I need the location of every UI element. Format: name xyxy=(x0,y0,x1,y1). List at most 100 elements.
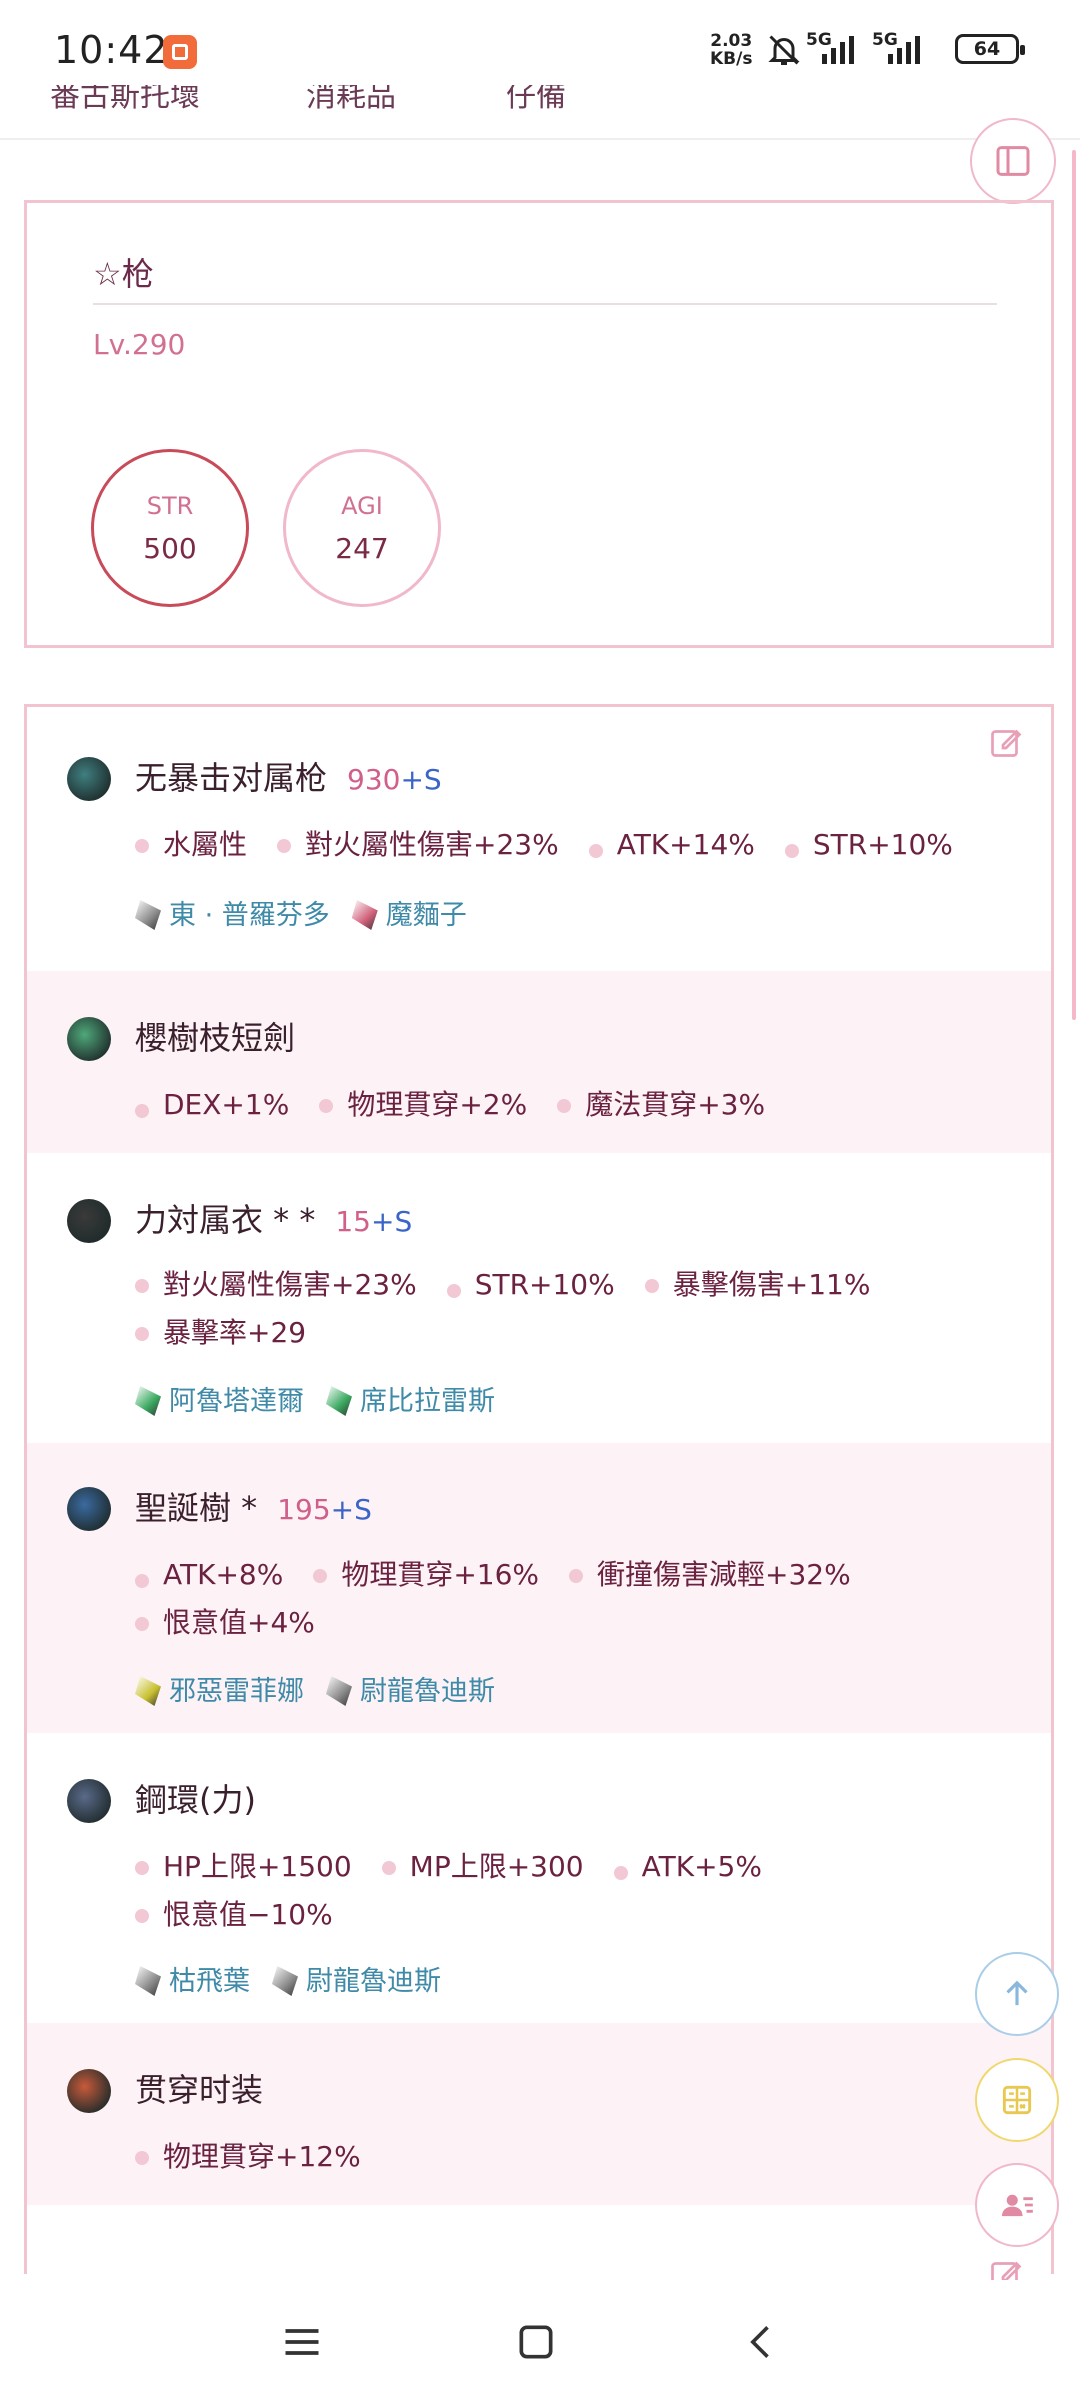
equipment-name: 力対属衣 * * 15+S xyxy=(135,1201,413,1239)
menu-icon[interactable] xyxy=(280,2320,324,2364)
cards-line: 東 · 普羅芬多 魔麵子 xyxy=(135,893,489,932)
user-list-icon xyxy=(1001,2194,1033,2217)
refine-value: 195 xyxy=(277,1493,331,1526)
character-name: ☆枪 xyxy=(93,249,997,305)
equipment-card: 无暴击对属枪 930+S 水屬性 對火屬性傷害+23% ATK+14% STR+10% 東 … xyxy=(24,704,1054,2274)
app-notification-icon xyxy=(163,35,197,69)
character-card: ☆枪 Lv.290 STR 500 AGI 247 xyxy=(24,200,1054,648)
card-crystal-icon xyxy=(135,900,161,930)
bow-icon xyxy=(67,2069,111,2113)
armor-icon xyxy=(67,1199,111,1243)
signal-icon-2 xyxy=(888,36,920,64)
stat-entry: 恨意值+4% xyxy=(135,1601,315,1641)
battery-icon: 64 xyxy=(955,34,1025,64)
edit-icon[interactable] xyxy=(988,724,1024,760)
sidebar-icon xyxy=(996,146,1030,176)
character-level: Lv.290 xyxy=(93,328,186,361)
card-crystal-icon xyxy=(351,900,378,930)
signal-icon xyxy=(822,36,854,64)
equipment-name: 贯穿时装 xyxy=(135,2071,264,2109)
stats-line: 恨意值−10% xyxy=(135,1893,363,1933)
cards-line: 邪惡雷菲娜 尉龍魯迪斯 xyxy=(135,1669,517,1708)
stats-line: 暴擊率+29 xyxy=(135,1311,336,1351)
stat-entry: STR+10% xyxy=(446,1268,615,1301)
cards-line: 枯飛葉 尉龍魯迪斯 xyxy=(135,1959,463,1998)
stat-entry: 暴擊率+29 xyxy=(135,1311,306,1351)
calculator-button[interactable] xyxy=(975,2058,1059,2142)
tab-3[interactable]: 仔備 xyxy=(506,85,566,115)
stat-entry: MP上限+300 xyxy=(381,1845,584,1885)
stats-line: 對火屬性傷害+23% STR+10% 暴擊傷害+11% xyxy=(135,1263,900,1303)
equipment-item[interactable]: 力対属衣 * * 15+S 對火屬性傷害+23% STR+10% 暴擊傷害+11% 暴擊率… xyxy=(27,1153,1051,1443)
home-icon[interactable] xyxy=(514,2320,558,2364)
slot-badge: +S xyxy=(371,1205,413,1238)
card-entry[interactable]: 東 · 普羅芬多 xyxy=(135,893,330,932)
equipment-name: 无暴击对属枪 930+S xyxy=(135,759,442,797)
stat-entry: 魔法貫穿+3% xyxy=(557,1083,765,1123)
refine-value: 15 xyxy=(335,1205,371,1238)
stats-line: HP上限+1500 MP上限+300 ATK+5% xyxy=(135,1845,792,1885)
stat-entry: 對火屬性傷害+23% xyxy=(277,823,559,863)
stat-entry: ATK+14% xyxy=(588,828,755,861)
refine-value: 930 xyxy=(347,763,401,796)
network-speed: 2.03 KB/s xyxy=(710,31,753,69)
scroll-top-button[interactable] xyxy=(975,1952,1059,2036)
tab-1[interactable]: 番古斯托壞 xyxy=(50,85,200,115)
equipment-item[interactable]: 无暴击对属枪 930+S 水屬性 對火屬性傷害+23% ATK+14% STR+10% 東 … xyxy=(27,707,1051,971)
spear-icon xyxy=(67,757,111,801)
stats-line: 恨意值+4% xyxy=(135,1601,345,1641)
card-crystal-icon xyxy=(135,1386,161,1416)
card-entry[interactable]: 魔麵子 xyxy=(351,893,467,932)
stat-entry: ATK+5% xyxy=(613,1850,762,1883)
slot-badge: +S xyxy=(400,763,442,796)
stats-line: DEX+1% 物理貫穿+2% 魔法貫穿+3% xyxy=(135,1083,795,1123)
equipment-item[interactable]: 鋼環(力) HP上限+1500 MP上限+300 ATK+5% 恨意值−10% 枯飛葉 尉龍… xyxy=(27,1733,1051,2023)
equipment-name: 聖誕樹 * 195+S xyxy=(135,1489,372,1527)
stat-entry: 衝撞傷害減輕+32% xyxy=(569,1553,851,1593)
card-entry[interactable]: 邪惡雷菲娜 xyxy=(135,1669,304,1708)
back-icon[interactable] xyxy=(740,2320,784,2364)
card-entry[interactable]: 席比拉雷斯 xyxy=(326,1379,495,1418)
equipment-item[interactable]: 贯穿时装物理貫穿+12% xyxy=(27,2023,1051,2205)
dagger-icon xyxy=(67,1017,111,1061)
stats-line: ATK+8% 物理貫穿+16% 衝撞傷害減輕+32% xyxy=(135,1553,881,1593)
stat-str[interactable]: STR 500 xyxy=(91,449,249,607)
stat-entry: 水屬性 xyxy=(135,823,247,863)
status-time: 10:42 xyxy=(54,28,169,72)
card-crystal-icon xyxy=(326,1676,352,1706)
equipment-item[interactable]: 櫻樹枝短劍 DEX+1% 物理貫穿+2% 魔法貫穿+3% xyxy=(27,971,1051,1153)
card-crystal-icon xyxy=(326,1386,352,1416)
card-entry[interactable]: 尉龍魯迪斯 xyxy=(326,1669,495,1708)
stat-entry: HP上限+1500 xyxy=(135,1845,352,1885)
card-entry[interactable]: 阿魯塔達爾 xyxy=(135,1379,304,1418)
stat-agi[interactable]: AGI 247 xyxy=(283,449,441,607)
slot-badge: +S xyxy=(330,1493,372,1526)
stat-entry: 物理貫穿+2% xyxy=(319,1083,527,1123)
stat-entry: DEX+1% xyxy=(135,1088,289,1121)
hat-icon xyxy=(67,1487,111,1531)
equipment-name: 鋼環(力) xyxy=(135,1781,256,1819)
cards-line: 阿魯塔達爾 席比拉雷斯 xyxy=(135,1379,517,1418)
stat-entry: 物理貫穿+16% xyxy=(313,1553,539,1593)
card-crystal-icon xyxy=(135,1966,161,1996)
card-entry[interactable]: 尉龍魯迪斯 xyxy=(272,1959,441,1998)
bell-muted-icon xyxy=(768,35,800,65)
profile-button[interactable] xyxy=(975,2163,1059,2247)
scrollbar[interactable] xyxy=(1072,150,1076,1020)
stat-entry: 恨意值−10% xyxy=(135,1893,333,1933)
stat-entry: ATK+8% xyxy=(135,1558,283,1591)
tab-2[interactable]: 消耗品 xyxy=(306,85,396,115)
equipment-name: 櫻樹枝短劍 xyxy=(135,1019,296,1057)
equipment-item[interactable]: 聖誕樹 * 195+S ATK+8% 物理貫穿+16% 衝撞傷害減輕+32% 恨意值+4%… xyxy=(27,1443,1051,1733)
stat-entry: 對火屬性傷害+23% xyxy=(135,1263,417,1303)
card-crystal-icon xyxy=(135,1676,161,1706)
stat-entry: 暴擊傷害+11% xyxy=(644,1263,870,1303)
stat-entry: 物理貫穿+12% xyxy=(135,2135,361,2175)
card-entry[interactable]: 枯飛葉 xyxy=(135,1959,250,1998)
stat-entry: STR+10% xyxy=(784,828,953,861)
calculator-icon xyxy=(1002,2085,1032,2115)
sidebar-toggle-button[interactable] xyxy=(970,118,1056,204)
ring-icon xyxy=(67,1779,111,1823)
stats-line: 物理貫穿+12% xyxy=(135,2135,391,2175)
arrow-up-icon xyxy=(1006,1980,1028,2006)
